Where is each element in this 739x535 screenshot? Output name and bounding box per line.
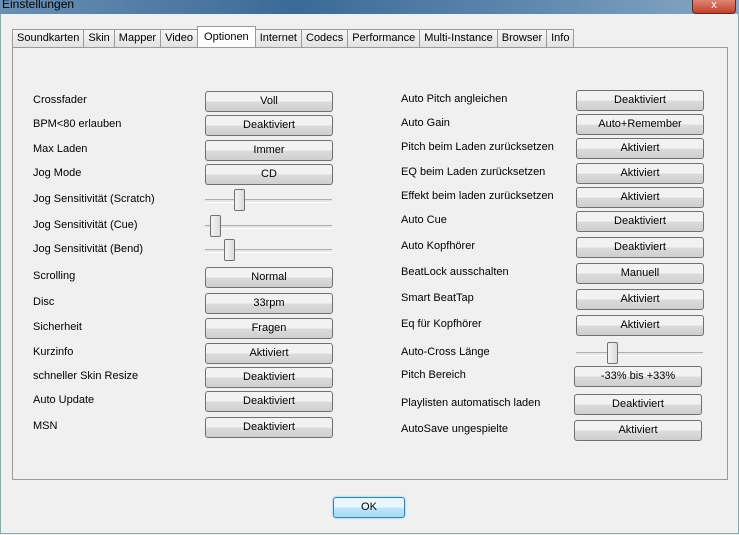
left-label: MSN — [33, 420, 58, 432]
ok-button[interactable]: OK — [333, 497, 405, 518]
right-label: Effekt beim laden zurücksetzen — [401, 190, 554, 202]
left-label: Jog Sensitivität (Bend) — [33, 243, 144, 255]
option-toggle-button[interactable]: Normal — [205, 267, 333, 288]
option-toggle-button[interactable]: Deaktiviert — [576, 211, 704, 232]
left-label: Crossfader — [33, 94, 87, 106]
left-label: schneller Skin Resize — [33, 370, 139, 382]
option-toggle-button[interactable]: Aktiviert — [205, 343, 333, 364]
option-toggle-button[interactable]: Deaktiviert — [205, 115, 333, 136]
right-label: Pitch beim Laden zurücksetzen — [401, 141, 554, 153]
option-toggle-button[interactable]: Manuell — [576, 263, 704, 284]
tab-soundkarten[interactable]: Soundkarten — [12, 29, 85, 47]
option-toggle-button[interactable]: Aktiviert — [576, 187, 704, 208]
close-button[interactable]: x — [692, 0, 736, 14]
tab-performance[interactable]: Performance — [347, 29, 421, 47]
option-toggle-button[interactable]: -33% bis +33% — [574, 366, 702, 387]
slider-thumb[interactable] — [607, 342, 619, 364]
left-label: Jog Sensitivität (Cue) — [33, 219, 138, 231]
option-toggle-button[interactable]: Aktiviert — [576, 315, 704, 336]
slider-track — [576, 352, 703, 356]
left-label: BPM<80 erlauben — [33, 118, 122, 130]
option-toggle-button[interactable]: CD — [205, 164, 333, 185]
option-toggle-button[interactable]: Voll — [205, 91, 333, 112]
left-label: Jog Mode — [33, 167, 82, 179]
right-label: Auto Cue — [401, 214, 447, 226]
title-bar: Einstellungen x — [0, 0, 739, 14]
option-toggle-button[interactable]: Aktiviert — [576, 163, 704, 184]
left-label: Scrolling — [33, 270, 76, 282]
option-toggle-button[interactable]: Deaktiviert — [576, 237, 704, 258]
left-label: Disc — [33, 296, 55, 308]
tab-multi-instance[interactable]: Multi-Instance — [419, 29, 498, 47]
tab-optionen[interactable]: Optionen — [197, 26, 256, 47]
tab-skin[interactable]: Skin — [83, 29, 115, 47]
slider-thumb[interactable] — [233, 189, 245, 211]
tab-bar: Soundkarten Skin Mapper Video Optionen Intern… — [12, 26, 575, 47]
option-toggle-button[interactable]: Auto+Remember — [576, 114, 704, 135]
right-label: Auto Kopfhörer — [401, 240, 475, 252]
option-toggle-button[interactable]: Aktiviert — [576, 138, 704, 159]
tab-video[interactable]: Video — [160, 29, 199, 47]
slider-thumb[interactable] — [224, 239, 236, 261]
right-label: Auto Pitch angleichen — [401, 93, 508, 105]
right-label: Eq für Kopfhörer — [401, 318, 482, 330]
sensitivity-slider[interactable] — [205, 215, 332, 237]
slider-thumb[interactable] — [209, 215, 221, 237]
right-label: Auto-Cross Länge — [401, 346, 490, 358]
option-toggle-button[interactable]: Deaktiviert — [576, 90, 704, 111]
right-label: BeatLock ausschalten — [401, 266, 509, 278]
left-label: Jog Sensitivität (Scratch) — [33, 193, 155, 205]
sensitivity-slider[interactable] — [205, 189, 332, 211]
tab-internet[interactable]: Internet — [254, 29, 302, 47]
tab-browser[interactable]: Browser — [496, 29, 548, 47]
right-label: Playlisten automatisch laden — [401, 397, 541, 409]
left-label: Kurzinfo — [33, 346, 74, 358]
option-toggle-button[interactable]: Immer — [205, 140, 333, 161]
option-toggle-button[interactable]: 33rpm — [205, 293, 333, 314]
sensitivity-slider[interactable] — [205, 239, 332, 261]
tab-mapper[interactable]: Mapper — [113, 29, 162, 47]
sensitivity-slider[interactable] — [576, 342, 703, 364]
right-label: Auto Gain — [401, 117, 450, 129]
option-toggle-button[interactable]: Fragen — [205, 318, 333, 339]
window-title: Einstellungen — [2, 0, 75, 11]
right-label: AutoSave ungespielte — [401, 423, 509, 435]
left-label: Sicherheit — [33, 321, 82, 333]
right-label: Pitch Bereich — [401, 369, 466, 381]
option-toggle-button[interactable]: Deaktiviert — [574, 394, 702, 415]
slider-track — [205, 199, 332, 203]
left-label: Auto Update — [33, 394, 95, 406]
tab-codecs[interactable]: Codecs — [301, 29, 349, 47]
option-toggle-button[interactable]: Deaktiviert — [205, 417, 333, 438]
right-label: EQ beim Laden zurücksetzen — [401, 166, 546, 178]
option-toggle-button[interactable]: Aktiviert — [574, 420, 702, 441]
right-label: Smart BeatTap — [401, 292, 474, 304]
option-toggle-button[interactable]: Deaktiviert — [205, 367, 333, 388]
option-toggle-button[interactable]: Aktiviert — [576, 289, 704, 310]
left-label: Max Laden — [33, 143, 88, 155]
option-toggle-button[interactable]: Deaktiviert — [205, 391, 333, 412]
tab-info[interactable]: Info — [546, 29, 575, 47]
slider-track — [205, 225, 332, 229]
